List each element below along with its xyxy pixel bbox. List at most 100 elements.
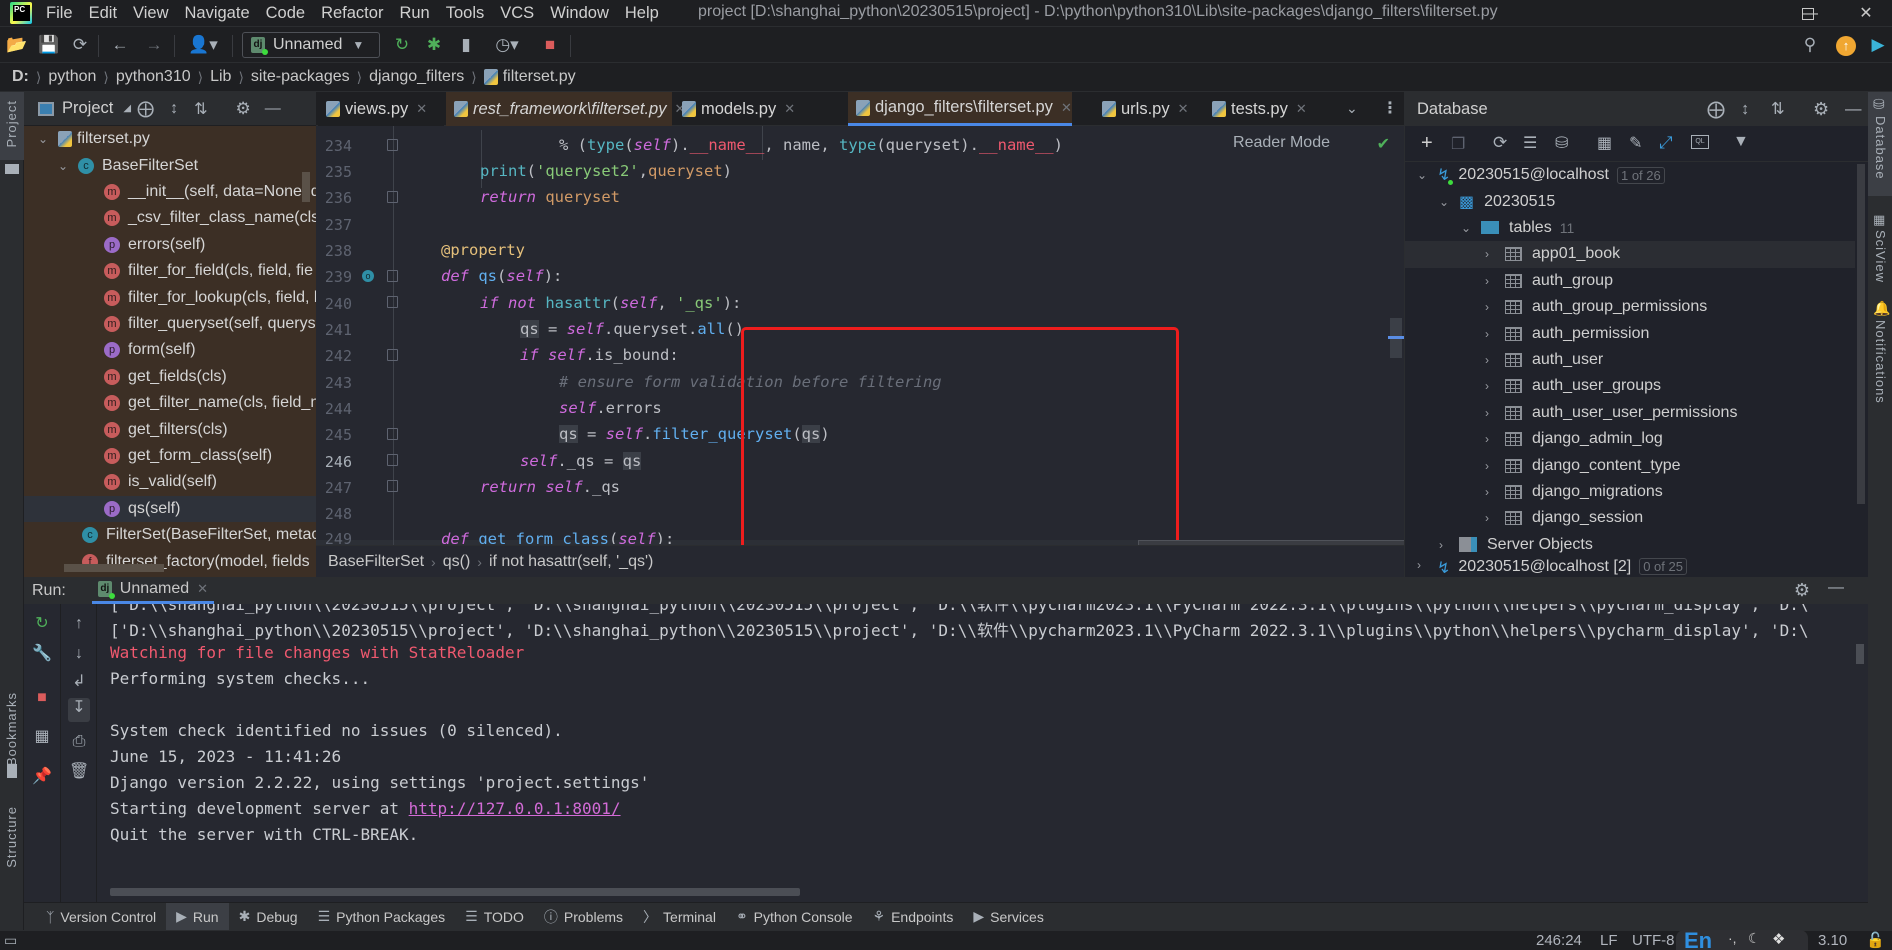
tree-item-file[interactable]: ⌄ filterset.py bbox=[24, 126, 316, 152]
scroll-to-end-icon[interactable]: ↧ bbox=[68, 698, 90, 722]
ime-halfwidth-icon[interactable]: ☾ bbox=[1748, 930, 1761, 947]
menu-view[interactable]: View bbox=[133, 4, 168, 23]
stripe-structure[interactable]: Structure bbox=[4, 806, 19, 868]
tree-item-method[interactable]: m filter_for_field(cls, field, fie bbox=[24, 258, 316, 284]
fold-marker-icon[interactable] bbox=[387, 296, 398, 308]
stripe-bookmarks[interactable]: Bookmarks bbox=[4, 692, 19, 766]
tree-item-method[interactable]: m get_filters(cls) bbox=[24, 416, 316, 442]
tree-item-property[interactable]: p form(self) bbox=[24, 337, 316, 363]
project-title[interactable]: Project bbox=[62, 99, 113, 118]
crumb-drive[interactable]: D: bbox=[12, 68, 29, 86]
horizontal-scrollbar[interactable] bbox=[110, 888, 800, 896]
tab-views[interactable]: views.py ✕ bbox=[318, 92, 444, 126]
line-ending[interactable]: LF bbox=[1600, 932, 1618, 949]
wrench-icon[interactable]: 🔧 bbox=[32, 644, 52, 664]
dropdown-icon[interactable]: ◢ bbox=[123, 103, 131, 114]
tab-urls[interactable]: urls.py ✕ bbox=[1094, 92, 1194, 126]
chevron-down-icon[interactable]: ⌄ bbox=[1439, 195, 1451, 209]
crumb-python[interactable]: python bbox=[48, 68, 96, 86]
close-tab-icon[interactable]: ✕ bbox=[1178, 101, 1189, 117]
tool-problems[interactable]: ⓘ Problems bbox=[534, 903, 633, 931]
menu-file[interactable]: File bbox=[46, 4, 73, 23]
table-node[interactable]: › app01_book bbox=[1405, 241, 1855, 268]
tab-django-filters-filterset[interactable]: django_filters\filterset.py ✕ bbox=[848, 92, 1072, 126]
rerun-icon[interactable]: ↻ bbox=[392, 35, 412, 55]
chevron-right-icon[interactable]: › bbox=[1485, 379, 1497, 393]
menu-run[interactable]: Run bbox=[399, 4, 429, 23]
stop-icon[interactable]: ■ bbox=[540, 35, 560, 55]
table-node[interactable]: › auth_user_user_permissions bbox=[1405, 400, 1855, 426]
filter-icon[interactable]: ▼ bbox=[1733, 133, 1749, 151]
server-objects-node[interactable]: › Server Objects bbox=[1405, 532, 1855, 558]
add-icon[interactable]: + bbox=[1421, 132, 1433, 155]
chevron-right-icon[interactable]: › bbox=[1485, 300, 1497, 314]
crumb-method[interactable]: qs() bbox=[443, 553, 471, 571]
database-scrollbar[interactable] bbox=[1857, 164, 1865, 504]
debug-bug-icon[interactable]: ✱ bbox=[424, 35, 444, 55]
duplicate-icon[interactable]: ❐ bbox=[1451, 134, 1465, 154]
query-console-icon[interactable]: QL bbox=[1691, 135, 1709, 149]
tree-item-method[interactable]: m get_filter_name(cls, field_n bbox=[24, 390, 316, 416]
fold-marker-icon[interactable] bbox=[387, 191, 398, 203]
close-tab-icon[interactable]: ✕ bbox=[784, 101, 795, 117]
close-tab-icon[interactable]: ✕ bbox=[197, 581, 208, 597]
tree-item-property-selected[interactable]: p qs(self) bbox=[24, 495, 316, 522]
menu-tools[interactable]: Tools bbox=[446, 4, 485, 23]
stripe-project[interactable]: Project bbox=[4, 100, 19, 147]
tool-terminal[interactable]: 〉 Terminal bbox=[633, 903, 726, 931]
connection-node[interactable]: ⌄ ↯ 20230515@localhost 1 of 26 bbox=[1405, 162, 1855, 188]
server-url-link[interactable]: http://127.0.0.1:8001/ bbox=[409, 799, 621, 818]
tab-tests[interactable]: tests.py ✕ bbox=[1204, 92, 1314, 126]
profile-dropdown-icon[interactable]: ◷▾ bbox=[490, 35, 524, 55]
vertical-scrollbar[interactable] bbox=[302, 172, 310, 202]
expand-all-icon[interactable]: ↕ bbox=[170, 100, 178, 118]
run-config-selector[interactable]: dj Unnamed ▼ bbox=[242, 32, 380, 58]
fold-marker-icon[interactable] bbox=[387, 428, 398, 440]
stripe-sciview[interactable]: SciView bbox=[1873, 230, 1888, 283]
crumb-filterset[interactable]: filterset.py bbox=[503, 68, 576, 86]
expand-all-icon[interactable]: ↕ bbox=[1741, 100, 1749, 119]
collapse-all-icon[interactable]: ⇅ bbox=[194, 99, 207, 119]
crumb-lib[interactable]: Lib bbox=[210, 68, 231, 86]
back-arrow-icon[interactable]: ← bbox=[110, 35, 130, 55]
soft-wrap-icon[interactable]: ↲ bbox=[69, 672, 89, 692]
tool-debug[interactable]: ✱ Debug bbox=[229, 903, 308, 931]
crumb-django-filters[interactable]: django_filters bbox=[369, 68, 464, 86]
menu-refactor[interactable]: Refactor bbox=[321, 4, 383, 23]
tool-todo[interactable]: ☰ TODO bbox=[455, 903, 534, 931]
close-tab-icon[interactable]: ✕ bbox=[1061, 100, 1072, 116]
table-node[interactable]: › django_content_type bbox=[1405, 452, 1855, 478]
crumb-class[interactable]: BaseFilterSet bbox=[328, 553, 424, 571]
table-node[interactable]: › auth_group bbox=[1405, 268, 1855, 294]
rerun-icon[interactable]: ↻ bbox=[32, 614, 52, 634]
tree-item-method[interactable]: m _csv_filter_class_name(cls, f bbox=[24, 205, 316, 231]
refresh-icon[interactable]: ⟳ bbox=[1493, 133, 1507, 153]
tree-item-class[interactable]: c FilterSet(BaseFilterSet, metac bbox=[24, 522, 316, 548]
run-tab-unnamed[interactable]: dj Unnamed ✕ bbox=[91, 577, 215, 604]
table-node[interactable]: › auth_user_groups bbox=[1405, 373, 1855, 399]
tree-item-method[interactable]: m filter_for_lookup(cls, field, l bbox=[24, 284, 316, 310]
python-interpreter[interactable]: 3.10 bbox=[1818, 932, 1847, 949]
pin-icon[interactable]: 📌 bbox=[32, 767, 52, 787]
layout-icon[interactable]: ▦ bbox=[32, 727, 52, 747]
open-folder-icon[interactable]: 📂 bbox=[6, 35, 27, 55]
search-icon[interactable]: ⚲ bbox=[1800, 35, 1820, 55]
table-node[interactable]: › django_session bbox=[1405, 505, 1855, 531]
tool-python-console[interactable]: ⚭ Python Console bbox=[726, 903, 863, 931]
table-node[interactable]: › auth_group_permissions bbox=[1405, 294, 1855, 320]
fold-marker-icon[interactable] bbox=[387, 270, 398, 282]
table-node[interactable]: › django_migrations bbox=[1405, 479, 1855, 505]
chevron-right-icon[interactable]: › bbox=[1485, 485, 1497, 499]
chevron-right-icon[interactable]: › bbox=[1485, 406, 1497, 420]
locate-icon[interactable]: ⨁ bbox=[1707, 99, 1725, 120]
tool-version-control[interactable]: ᛉ Version Control bbox=[36, 903, 166, 931]
tab-models[interactable]: models.py ✕ bbox=[674, 92, 806, 126]
file-encoding[interactable]: UTF-8 bbox=[1632, 932, 1675, 949]
chevron-right-icon[interactable]: › bbox=[1439, 538, 1451, 552]
gear-icon[interactable]: ⚙ bbox=[1794, 580, 1810, 601]
tool-endpoints[interactable]: ⚘ Endpoints bbox=[863, 903, 964, 931]
menu-code[interactable]: Code bbox=[266, 4, 305, 23]
tree-item-property[interactable]: p errors(self) bbox=[24, 232, 316, 258]
vertical-scrollbar[interactable] bbox=[1856, 644, 1864, 664]
save-icon[interactable]: 💾 bbox=[38, 35, 59, 55]
